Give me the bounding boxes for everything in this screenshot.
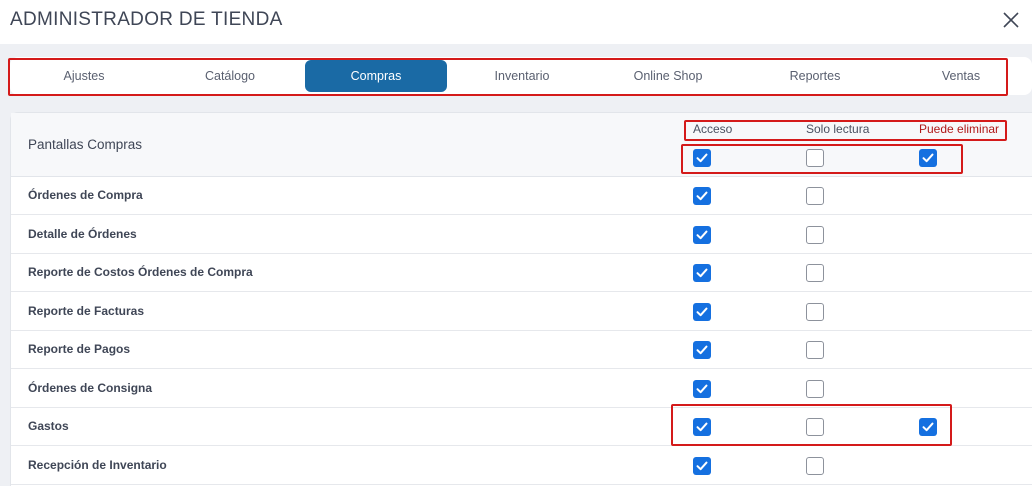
acceso-checkbox[interactable] bbox=[693, 264, 711, 282]
tab-inventario[interactable]: Inventario bbox=[462, 60, 582, 92]
table-row: Reporte de Pagos bbox=[11, 331, 1032, 369]
table-row: Reporte de Facturas bbox=[11, 293, 1032, 331]
acceso-checkbox[interactable] bbox=[693, 457, 711, 475]
close-icon[interactable] bbox=[1000, 9, 1022, 31]
row-label: Reporte de Pagos bbox=[28, 342, 131, 356]
tab-ajustes[interactable]: Ajustes bbox=[24, 60, 144, 92]
solo-lectura-checkbox[interactable] bbox=[806, 187, 824, 205]
table-title: Pantallas Compras bbox=[28, 137, 143, 152]
solo-lectura-checkbox[interactable] bbox=[806, 380, 824, 398]
header-puede-eliminar-checkbox[interactable] bbox=[919, 149, 937, 167]
row-label: Gastos bbox=[28, 419, 69, 433]
modal-title: ADMINISTRADOR DE TIENDA bbox=[10, 9, 283, 30]
column-acceso: Acceso bbox=[693, 122, 733, 136]
table-row: Órdenes de Consigna bbox=[11, 370, 1032, 408]
acceso-checkbox[interactable] bbox=[693, 226, 711, 244]
column-puede-eliminar: Puede eliminar bbox=[919, 122, 1000, 136]
table-row: Detalle de Órdenes bbox=[11, 216, 1032, 254]
solo-lectura-checkbox[interactable] bbox=[806, 226, 824, 244]
header-acceso-checkbox[interactable] bbox=[693, 149, 711, 167]
solo-lectura-checkbox[interactable] bbox=[806, 264, 824, 282]
modal-header: ADMINISTRADOR DE TIENDA bbox=[0, 0, 1032, 44]
permissions-table: Pantallas Compras Acceso Solo lectura Pu… bbox=[10, 112, 1032, 486]
row-label: Reporte de Facturas bbox=[28, 304, 145, 318]
acceso-checkbox[interactable] bbox=[693, 187, 711, 205]
tab-catalogo[interactable]: Catálogo bbox=[170, 60, 290, 92]
row-label: Recepción de Inventario bbox=[28, 458, 167, 472]
tab-reportes[interactable]: Reportes bbox=[755, 60, 875, 92]
tab-online-shop[interactable]: Online Shop bbox=[608, 60, 728, 92]
table-row: Órdenes de Compra bbox=[11, 177, 1032, 215]
solo-lectura-checkbox[interactable] bbox=[806, 341, 824, 359]
row-label: Reporte de Costos Órdenes de Compra bbox=[28, 265, 253, 279]
acceso-checkbox[interactable] bbox=[693, 303, 711, 321]
acceso-checkbox[interactable] bbox=[693, 341, 711, 359]
acceso-checkbox[interactable] bbox=[693, 418, 711, 436]
tab-ventas[interactable]: Ventas bbox=[901, 60, 1021, 92]
row-label: Órdenes de Compra bbox=[28, 188, 143, 202]
tab-bar: Ajustes Catálogo Compras Inventario Onli… bbox=[10, 57, 1032, 95]
solo-lectura-checkbox[interactable] bbox=[806, 457, 824, 475]
solo-lectura-checkbox[interactable] bbox=[806, 418, 824, 436]
tab-compras[interactable]: Compras bbox=[305, 60, 447, 92]
row-label: Órdenes de Consigna bbox=[28, 381, 153, 395]
table-row: Reporte de Costos Órdenes de Compra bbox=[11, 254, 1032, 292]
table-row: Gastos bbox=[11, 408, 1032, 446]
puede-eliminar-checkbox[interactable] bbox=[919, 418, 937, 436]
table-header: Pantallas Compras Acceso Solo lectura Pu… bbox=[11, 113, 1032, 177]
table-row: Recepción de Inventario bbox=[11, 447, 1032, 485]
column-solo-lectura: Solo lectura bbox=[806, 122, 870, 136]
solo-lectura-checkbox[interactable] bbox=[806, 303, 824, 321]
acceso-checkbox[interactable] bbox=[693, 380, 711, 398]
row-label: Detalle de Órdenes bbox=[28, 227, 137, 241]
header-solo-lectura-checkbox[interactable] bbox=[806, 149, 824, 167]
